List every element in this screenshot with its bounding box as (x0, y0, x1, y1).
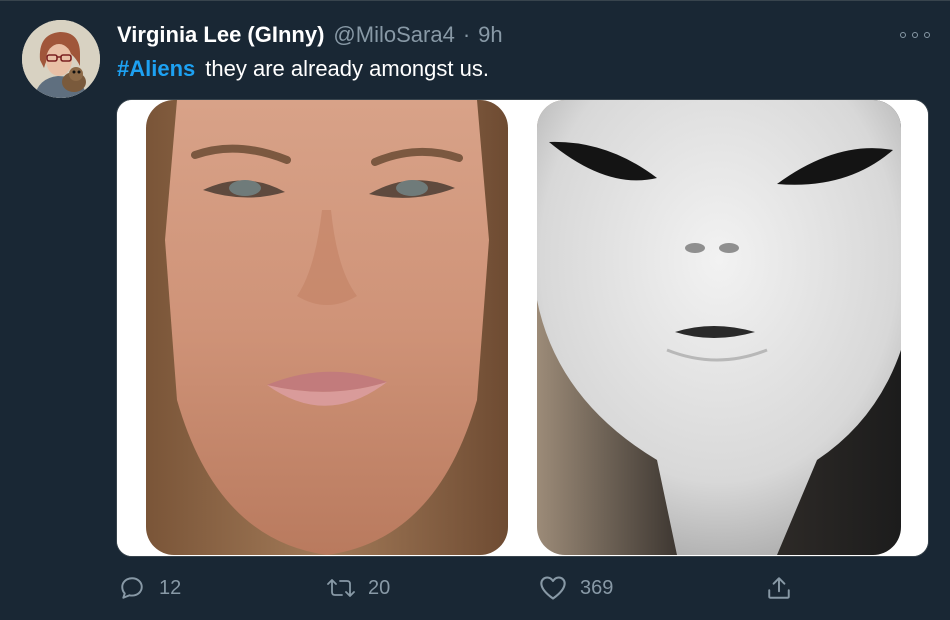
hashtag-link[interactable]: #Aliens (117, 56, 195, 81)
tweet-media-image[interactable] (116, 99, 929, 557)
retweet-button[interactable]: 20 (326, 568, 390, 608)
share-upload-icon (764, 573, 794, 603)
timestamp[interactable]: 9h (478, 22, 502, 48)
reply-bubble-icon (117, 573, 147, 603)
author-name[interactable]: Virginia Lee (GInny) (117, 22, 324, 48)
divider (0, 0, 950, 1)
like-count: 369 (580, 576, 614, 599)
tweet-text: #Aliens they are already amongst us. (117, 56, 489, 82)
more-horizontal-icon[interactable] (900, 28, 930, 42)
author-handle[interactable]: @MiloSara4 (333, 22, 454, 48)
tweet-body: they are already amongst us. (205, 56, 489, 81)
like-button[interactable]: 369 (538, 568, 613, 608)
reply-button[interactable]: 12 (117, 568, 181, 608)
avatar-image (22, 20, 100, 98)
retweet-count: 20 (368, 576, 391, 599)
tweet-card[interactable]: Virginia Lee (GInny) @MiloSara4 · 9h #Al… (0, 0, 950, 620)
avatar[interactable] (22, 20, 100, 98)
tweet-actions-bar: 12 20 369 (0, 568, 950, 608)
retweet-arrows-icon (326, 573, 356, 603)
share-button[interactable] (764, 568, 794, 608)
left-face-panel (146, 100, 508, 555)
right-alien-panel (537, 100, 901, 555)
separator-dot: · (462, 22, 471, 47)
tweet-header: Virginia Lee (GInny) @MiloSara4 · 9h (117, 22, 503, 50)
media-image-content (117, 100, 928, 556)
heart-icon (538, 573, 568, 603)
reply-count: 12 (159, 576, 182, 599)
